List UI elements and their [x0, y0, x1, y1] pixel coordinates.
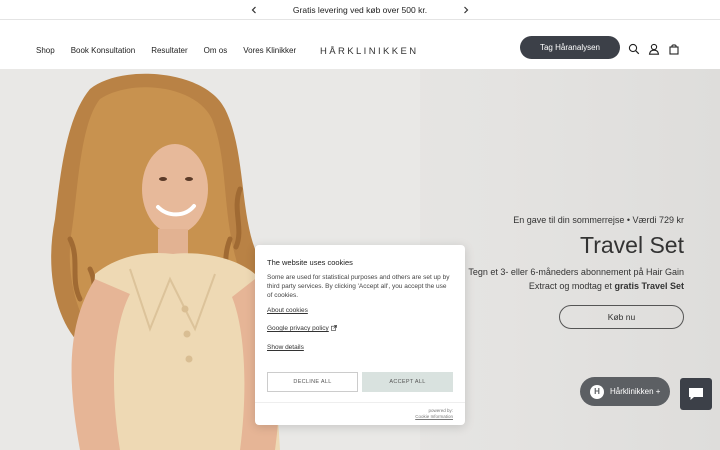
google-privacy-policy-label: Google privacy policy [267, 325, 329, 332]
accept-all-button[interactable]: ACCEPT ALL [362, 372, 453, 392]
buy-now-button[interactable]: Køb nu [559, 305, 684, 329]
cart-icon[interactable] [668, 42, 680, 55]
chevron-right-icon[interactable] [459, 3, 473, 17]
promo-title: Travel Set [580, 232, 684, 258]
about-cookies-link[interactable]: About cookies [267, 307, 308, 314]
chat-bubble-icon[interactable] [680, 378, 712, 410]
nav-item-resultater[interactable]: Resultater [151, 46, 187, 55]
external-link-icon [330, 325, 337, 331]
account-icon[interactable] [648, 42, 660, 55]
brand-logo-icon: H [590, 384, 604, 399]
search-icon[interactable] [628, 42, 640, 55]
nav-item-vores-klinikker[interactable]: Vores Klinikker [243, 46, 296, 55]
announcement-text: Gratis levering ved køb over 500 kr. [292, 4, 428, 15]
powered-by: powered by: Cookie Information [415, 408, 453, 420]
google-privacy-policy-link[interactable]: Google privacy policy [267, 325, 337, 332]
promo-description: Tegn et 3- eller 6-måneders abonnement p… [464, 265, 684, 293]
show-details-link[interactable]: Show details [267, 344, 304, 351]
harklinikken-plus-label: Hårklinikken + [610, 387, 661, 396]
cookie-consent-dialog: The website uses cookies Some are used f… [255, 245, 465, 425]
nav-item-om-os[interactable]: Om os [204, 46, 228, 55]
cookie-title: The website uses cookies [267, 258, 353, 267]
site-logo[interactable]: HÅRKLINIKKEN [320, 46, 419, 57]
cookie-body: Some are used for statistical purposes a… [267, 274, 450, 299]
nav-item-book-konsultation[interactable]: Book Konsultation [71, 46, 136, 55]
chevron-left-icon[interactable] [247, 3, 261, 17]
main-nav: Shop Book Konsultation Resultater Om os … [36, 46, 312, 55]
divider [255, 402, 465, 403]
decline-all-button[interactable]: DECLINE ALL [267, 372, 358, 392]
harklinikken-plus-button[interactable]: H Hårklinikken + [580, 377, 670, 406]
announcement-bar: Gratis levering ved køb over 500 kr. [0, 0, 720, 20]
promo-description-bold: gratis Travel Set [614, 281, 684, 291]
promo-subtitle: En gave til din sommerrejse • Værdi 729 … [513, 215, 684, 225]
cookie-information-link[interactable]: Cookie Information [415, 414, 453, 420]
hair-analysis-button[interactable]: Tag Håranalysen [520, 36, 620, 59]
site-header: Shop Book Konsultation Resultater Om os … [0, 21, 720, 69]
nav-item-shop[interactable]: Shop [36, 46, 55, 55]
